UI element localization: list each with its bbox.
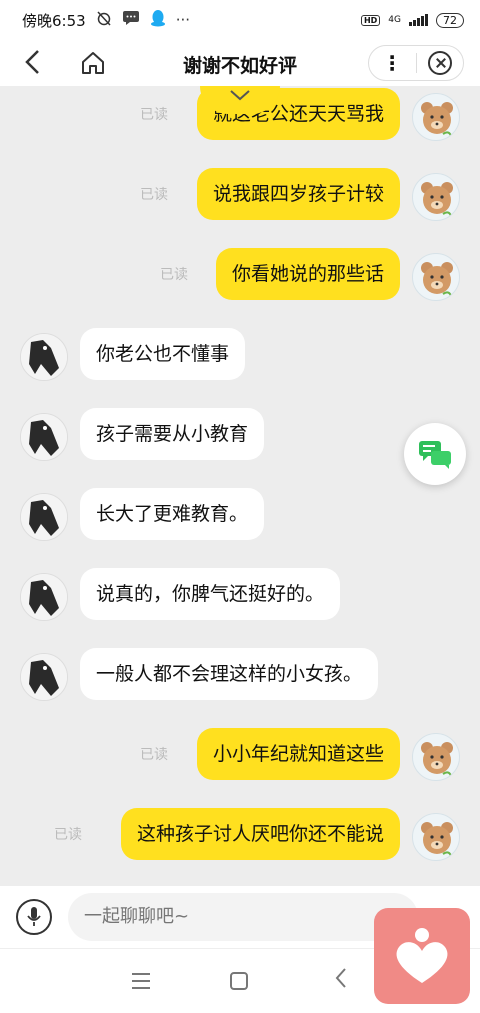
contact-avatar[interactable] [20,413,68,461]
microphone-icon [27,907,41,926]
close-button[interactable] [416,51,463,75]
message-row: 已读 说我跟四岁孩子计较 [0,168,480,228]
chat-area[interactable]: 已读 就这老公还天天骂我 已读 说我跟四岁孩子计较 已读 你看她说的那些话 你老… [0,86,480,886]
my-avatar[interactable] [412,813,460,861]
voice-input-button[interactable] [16,899,52,935]
battery-indicator: 72 [436,12,464,28]
read-receipt: 已读 [140,107,168,123]
contact-avatar[interactable] [20,493,68,541]
contact-avatar[interactable] [20,653,68,701]
message-bubble-received[interactable]: 孩子需要从小教育 [80,408,265,460]
more-notifications-icon: ··· [175,11,190,29]
alarm-off-icon [96,10,112,30]
chat-bubbles-icon [419,441,451,469]
message-bubble-sent[interactable]: 这种孩子讨人厌吧你还不能说 [120,808,400,860]
my-avatar[interactable] [412,253,460,301]
title-bar: 谢谢不如好评 ⋮ [0,40,480,86]
message-row: 已读 你看她说的那些话 [0,248,480,308]
message-row: 已读 小小年纪就知道这些 [0,728,480,788]
status-bar: 傍晚6:53 ··· HD 4G 72 [0,0,480,40]
chat-float-button[interactable] [404,423,466,485]
home-nav-icon[interactable] [230,972,248,990]
message-bubble-sent[interactable]: 说我跟四岁孩子计较 [196,168,400,220]
mini-program-capsule: ⋮ [368,45,464,81]
message-bubble-sent[interactable]: 你看她说的那些话 [215,248,400,300]
message-bubble-received[interactable]: 长大了更难教育。 [80,488,265,540]
heart-app-icon[interactable] [374,908,470,1004]
contact-avatar[interactable] [20,333,68,381]
read-receipt: 已读 [54,827,82,843]
message-icon [122,10,140,30]
message-row: 已读 这种孩子讨人厌吧你还不能说 [0,808,480,868]
network-type: 4G [388,14,401,25]
message-input[interactable] [68,893,418,941]
recent-apps-icon[interactable] [132,973,150,989]
qq-icon [150,9,166,31]
status-right: HD 4G 72 [360,12,464,28]
message-row: 长大了更难教育。 [0,488,480,548]
read-receipt: 已读 [140,187,168,203]
message-row: 说真的，你脾气还挺好的。 [0,568,480,628]
read-receipt: 已读 [160,267,188,283]
read-receipt: 已读 [140,747,168,763]
home-icon[interactable] [80,50,106,76]
my-avatar[interactable] [412,173,460,221]
my-avatar[interactable] [412,93,460,141]
message-bubble-sent[interactable]: 小小年纪就知道这些 [196,728,400,780]
status-time: 傍晚6:53 [22,11,86,30]
signal-icon [409,14,428,26]
contact-avatar[interactable] [20,573,68,621]
message-bubble-received[interactable]: 你老公也不懂事 [80,328,246,380]
message-bubble-received[interactable]: 一般人都不会理这样的小女孩。 [80,648,379,700]
message-bubble-received[interactable]: 说真的，你脾气还挺好的。 [80,568,341,620]
close-icon [427,51,452,75]
back-nav-icon[interactable] [334,967,348,993]
chevron-down-icon [230,90,250,101]
message-row: 你老公也不懂事 [0,328,480,388]
back-icon[interactable] [22,48,46,78]
more-options-icon[interactable]: ⋮ [369,53,416,73]
hd-badge: HD [360,14,381,26]
my-avatar[interactable] [412,733,460,781]
message-row: 一般人都不会理这样的小女孩。 [0,648,480,708]
